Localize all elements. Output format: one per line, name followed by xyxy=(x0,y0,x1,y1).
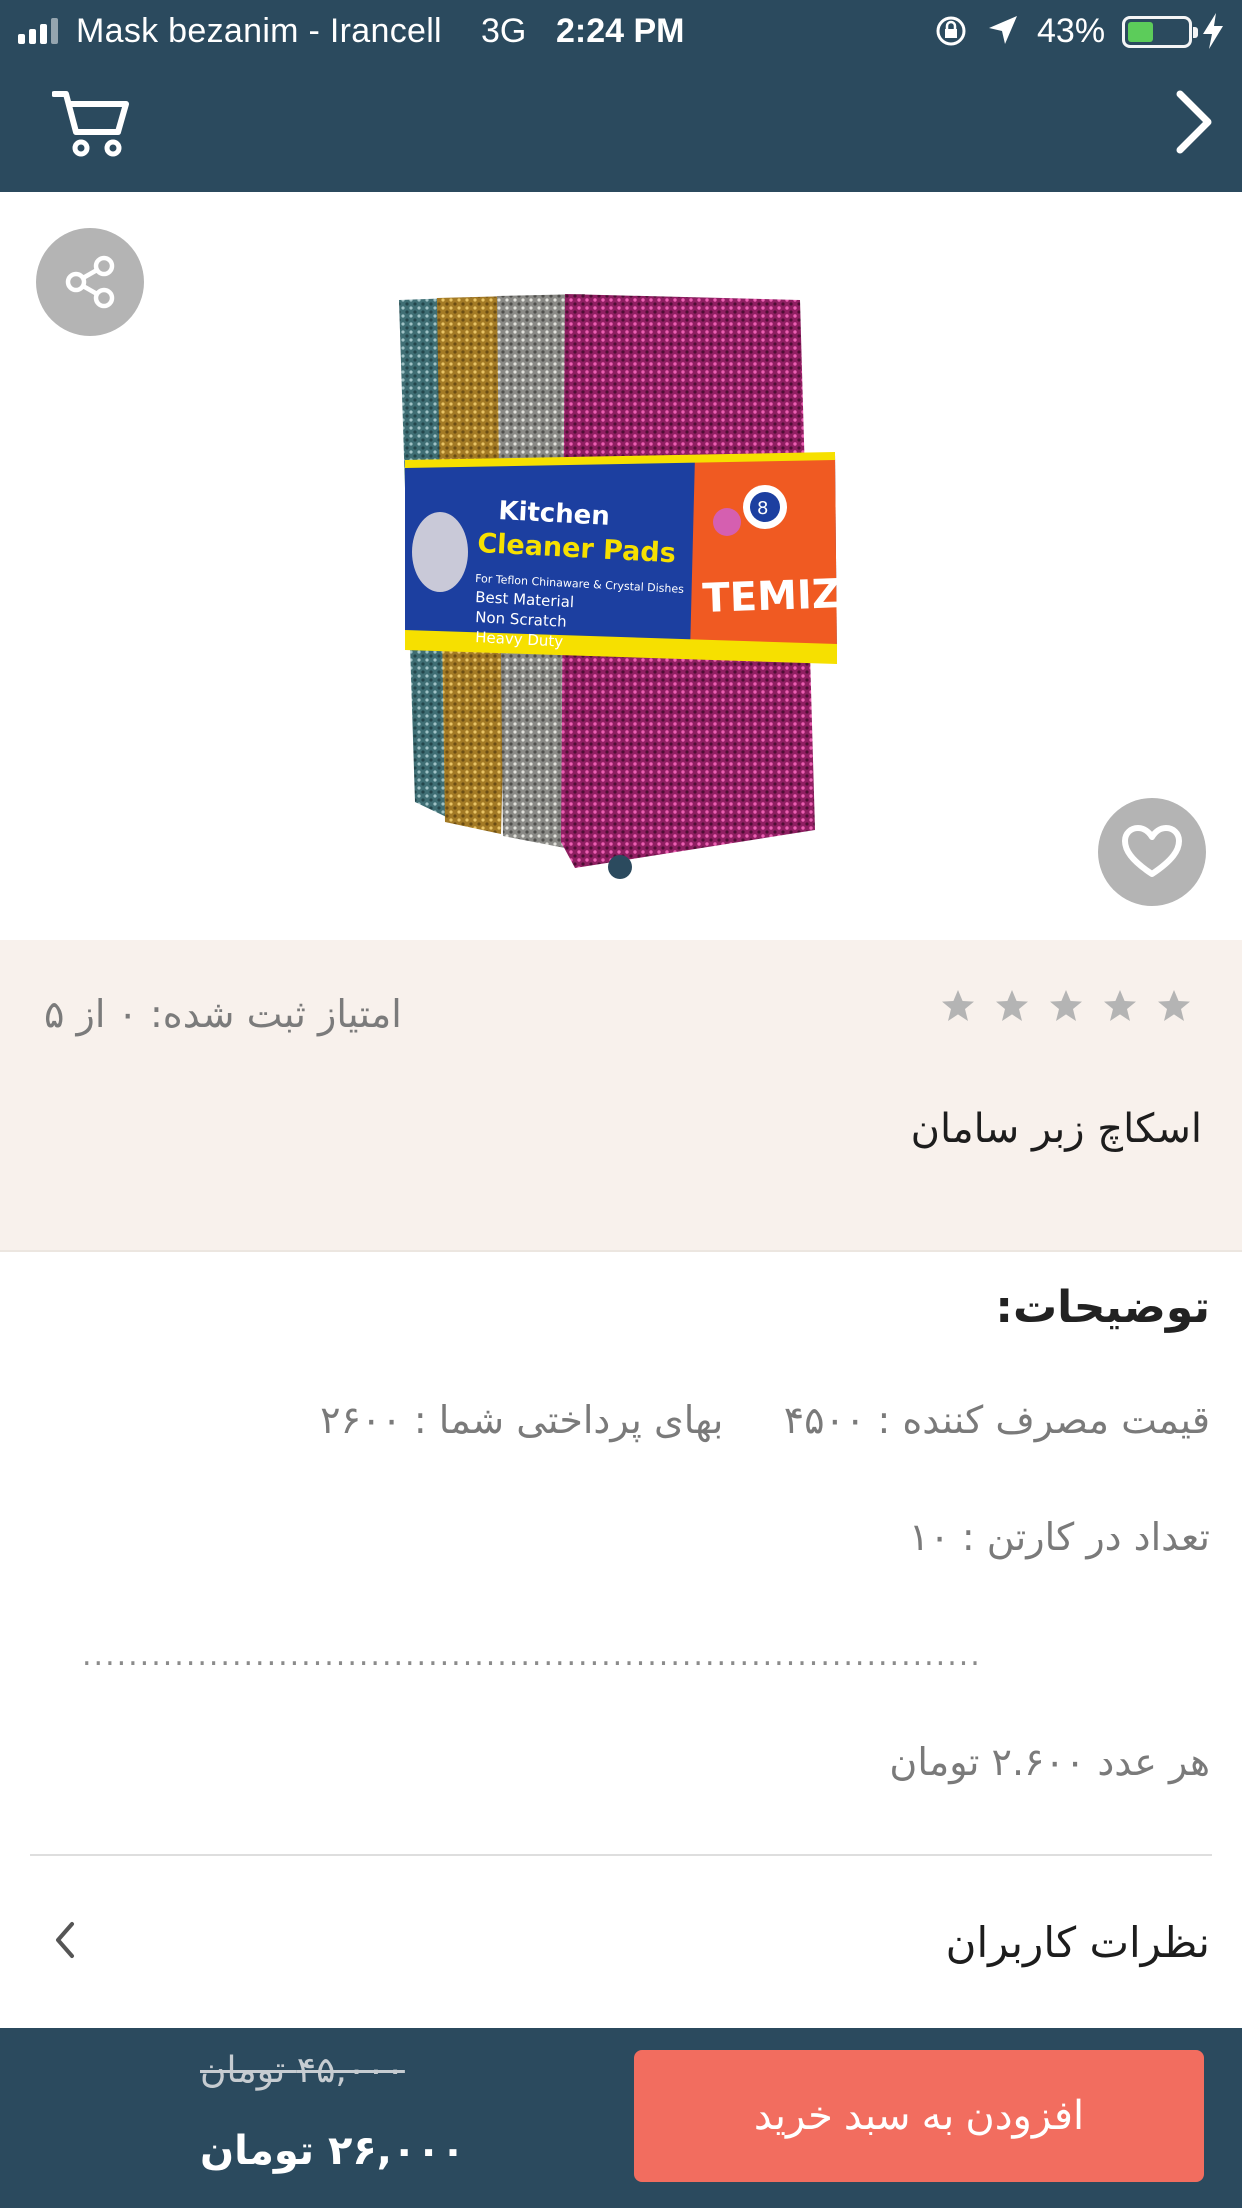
cart-icon[interactable] xyxy=(52,88,132,158)
bottom-bar: افزودن به سبد خرید ۴۵,۰۰۰ تومان ۲۶,۰۰۰ ت… xyxy=(0,2028,1242,2208)
star-icon[interactable] xyxy=(994,988,1030,1024)
status-time: 2:24 PM xyxy=(556,12,685,50)
rating-stars[interactable] xyxy=(940,988,1192,1024)
charging-bolt-icon xyxy=(1203,13,1223,49)
price-info: قیمت مصرف کننده : ۴۵۰۰ بهای پرداختی شما … xyxy=(320,1398,1210,1442)
carrier-name: Mask bezanim - Irancell xyxy=(76,12,442,50)
top-bar: Mask bezanim - Irancell 3G 2:24 PM 43% xyxy=(0,0,1242,192)
divider xyxy=(30,1854,1212,1856)
battery-icon xyxy=(1122,16,1198,48)
new-price: ۲۶,۰۰۰ تومان xyxy=(200,2128,466,2174)
favorite-button[interactable] xyxy=(1098,798,1206,906)
network-type: 3G xyxy=(481,12,527,50)
location-icon xyxy=(989,16,1017,44)
product-title: اسکاچ زبر سامان xyxy=(910,1106,1202,1152)
star-icon[interactable] xyxy=(940,988,976,1024)
battery-percent: 43% xyxy=(1037,12,1106,50)
svg-text:Kitchen: Kitchen xyxy=(498,496,611,532)
svg-text:8: 8 xyxy=(757,498,768,519)
share-icon xyxy=(65,255,115,309)
chevron-right-icon[interactable] xyxy=(1170,88,1218,156)
orientation-lock-icon xyxy=(936,16,966,46)
share-button[interactable] xyxy=(36,228,144,336)
star-icon[interactable] xyxy=(1102,988,1138,1024)
chevron-left-icon xyxy=(56,1922,74,1958)
product-gallery[interactable]: Kitchen Cleaner Pads For Teflon Chinawar… xyxy=(0,192,1242,940)
gallery-pager-dot[interactable] xyxy=(608,855,632,879)
signal-icon xyxy=(18,18,58,44)
rating-section: امتیاز ثبت شده: ۰ از ۵ اسکاچ زبر سامان xyxy=(0,940,1242,1252)
status-bar: Mask bezanim - Irancell 3G 2:24 PM 43% xyxy=(0,0,1242,64)
carton-quantity: تعداد در کارتن : ۱۰ xyxy=(908,1515,1210,1559)
add-to-cart-button[interactable]: افزودن به سبد خرید xyxy=(634,2050,1204,2182)
description-heading: توضیحات: xyxy=(995,1282,1210,1333)
star-icon[interactable] xyxy=(1156,988,1192,1024)
svg-text:TEMIZ: TEMIZ xyxy=(702,571,842,622)
rating-summary: امتیاز ثبت شده: ۰ از ۵ xyxy=(44,992,402,1036)
product-image: Kitchen Cleaner Pads For Teflon Chinawar… xyxy=(399,294,842,868)
user-comments-row[interactable]: نظرات کاربران xyxy=(0,1858,1242,2028)
dotted-separator: ........................................… xyxy=(82,1638,982,1673)
heart-icon xyxy=(1122,825,1182,877)
old-price: ۴۵,۰۰۰ تومان xyxy=(200,2050,405,2091)
unit-price: هر عدد ۲.۶۰۰ تومان xyxy=(889,1740,1210,1784)
star-icon[interactable] xyxy=(1048,988,1084,1024)
user-comments-label: نظرات کاربران xyxy=(945,1918,1210,1967)
